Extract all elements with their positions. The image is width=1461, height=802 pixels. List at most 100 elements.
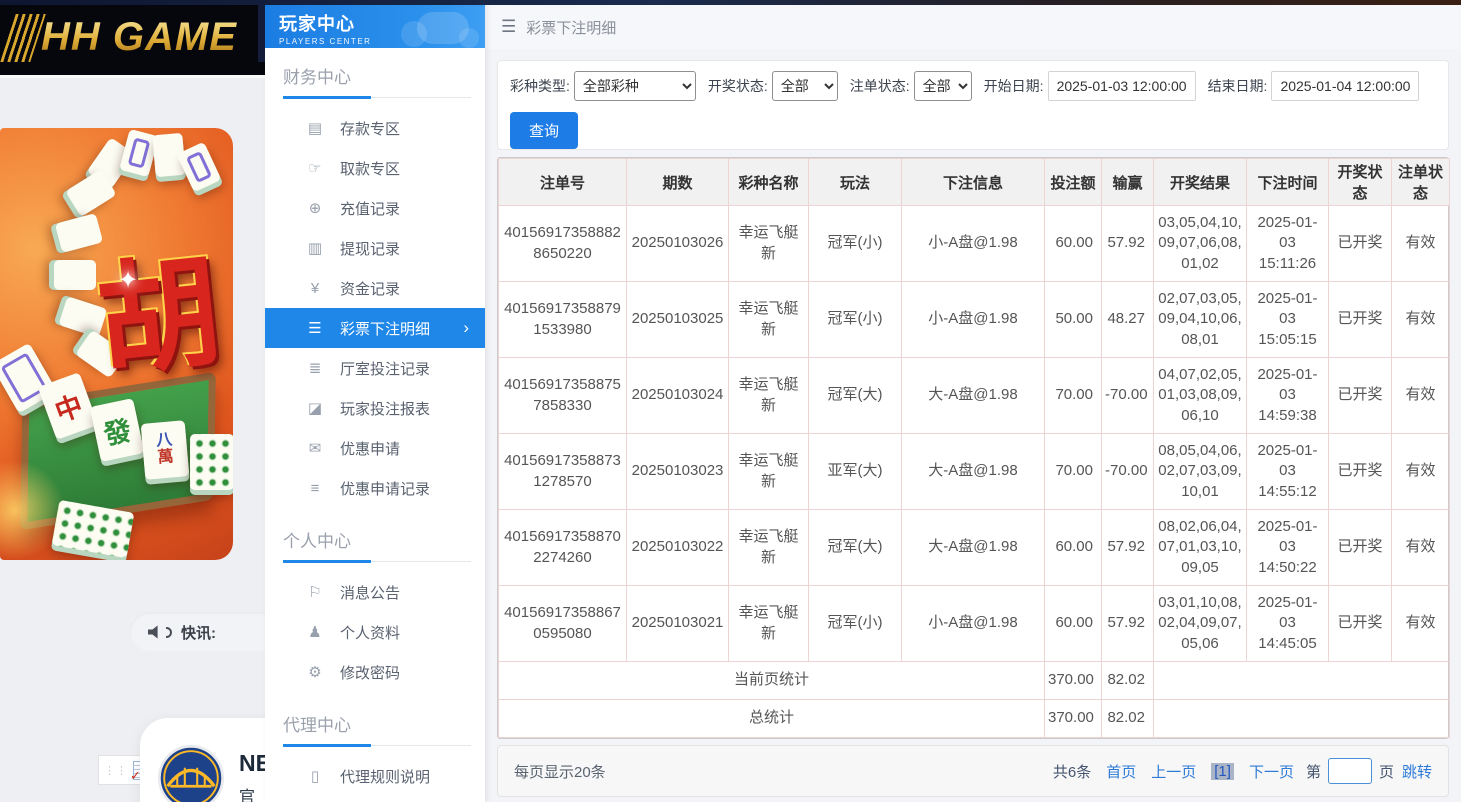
cell-period: 20250103026 bbox=[627, 206, 729, 282]
sidebar-item-label: 修改密码 bbox=[340, 662, 400, 683]
table-header-row: 注单号期数彩种名称玩法下注信息投注额输赢开奖结果下注时间开奖状态注单状态 bbox=[499, 159, 1450, 206]
agent-rules-doc-icon: ▯ bbox=[305, 767, 325, 785]
sidebar-item-label: 彩票下注明细 bbox=[340, 318, 430, 339]
cell-play-type: 冠军(小) bbox=[809, 206, 902, 282]
query-button[interactable]: 查询 bbox=[510, 112, 578, 149]
sidebar-item[interactable]: ⚙ 修改密码 bbox=[265, 652, 485, 692]
sidebar-header: 玩家中心 PLAYERS CENTER bbox=[265, 5, 485, 48]
end-date-input[interactable] bbox=[1271, 71, 1419, 101]
cell-draw-result: 02,07,03,05,09,04,10,06,08,01 bbox=[1154, 282, 1247, 358]
mahjong-tile-bawan: 八萬 bbox=[141, 420, 190, 480]
sidebar-item[interactable]: ▩代理团队统计 bbox=[265, 796, 485, 802]
lottery-detail-icon: ☰ bbox=[305, 319, 325, 337]
table-row: 40156917358867059508020250103021幸运飞艇新冠军(… bbox=[499, 586, 1450, 662]
cell-draw-status: 已开奖 bbox=[1329, 434, 1392, 510]
first-page-link[interactable]: 首页 bbox=[1106, 761, 1136, 782]
lottery-type-select[interactable]: 全部彩种 bbox=[574, 71, 696, 101]
speaker-icon bbox=[148, 625, 163, 639]
sidebar-item[interactable]: ◪玩家投注报表 bbox=[265, 388, 485, 428]
sidebar-item[interactable]: ☞取款专区 bbox=[265, 148, 485, 188]
screen: HH GAME 胡 ✦ 中 發 八萬 快讯: bbox=[0, 0, 1461, 802]
jump-suffix: 页 bbox=[1379, 761, 1394, 782]
cell-bet-status: 有效 bbox=[1392, 206, 1450, 282]
table-row: 40156917358882865022020250103026幸运飞艇新冠军(… bbox=[499, 206, 1450, 282]
next-page-link[interactable]: 下一页 bbox=[1249, 761, 1294, 782]
gear-icon: ⚙ bbox=[305, 663, 325, 681]
filter-panel: 彩种类型: 全部彩种 开奖状态: 全部 注单状态: 全部 开始日期: 结束日期:… bbox=[497, 60, 1449, 150]
cell-play-type: 冠军(小) bbox=[809, 282, 902, 358]
page-number-input[interactable] bbox=[1328, 758, 1372, 784]
tile-char: 中 bbox=[49, 383, 88, 429]
column-header: 投注额 bbox=[1045, 159, 1102, 206]
column-header: 玩法 bbox=[809, 159, 902, 206]
cell-draw-status: 已开奖 bbox=[1329, 510, 1392, 586]
section-title: 个人中心 bbox=[265, 512, 485, 562]
cell-win-loss: -70.00 bbox=[1102, 358, 1154, 434]
cell-bet-info: 小-A盘@1.98 bbox=[902, 586, 1045, 662]
bet-status-select[interactable]: 全部 bbox=[914, 71, 972, 101]
section-title: 财务中心 bbox=[265, 48, 485, 98]
prev-page-link[interactable]: 上一页 bbox=[1151, 761, 1196, 782]
sidebar-item[interactable]: ▯ 代理规则说明 bbox=[265, 756, 485, 796]
promo-apply-icon: ✉ bbox=[305, 439, 325, 457]
cell-bet-time: 2025-01-03 14:45:05 bbox=[1247, 586, 1329, 662]
cell-draw-status: 已开奖 bbox=[1329, 586, 1392, 662]
sidebar-item-label: 优惠申请记录 bbox=[340, 478, 430, 499]
cell-lottery-name: 幸运飞艇新 bbox=[729, 358, 809, 434]
sidebar-item[interactable]: ♟个人资料 bbox=[265, 612, 485, 652]
sidebar-item[interactable]: ⊕充值记录 bbox=[265, 188, 485, 228]
cell-win-loss: 57.92 bbox=[1102, 510, 1154, 586]
user-icon: ♟ bbox=[305, 623, 325, 641]
draw-status-select[interactable]: 全部 bbox=[772, 71, 838, 101]
cell-bet-amount: 60.00 bbox=[1045, 206, 1102, 282]
cell-draw-result: 08,02,06,04,07,01,03,10,09,05 bbox=[1154, 510, 1247, 586]
start-date-input[interactable] bbox=[1048, 71, 1196, 101]
jump-button[interactable]: 跳转 bbox=[1402, 761, 1432, 782]
drag-handle-icon: ⋮⋮ bbox=[104, 764, 128, 777]
column-header: 下注时间 bbox=[1247, 159, 1329, 206]
summary-row: 总统计370.0082.02 bbox=[499, 700, 1450, 738]
brand-logo: HH GAME bbox=[41, 15, 237, 60]
gamepad-icon bbox=[417, 12, 469, 44]
cell-lottery-name: 幸运飞艇新 bbox=[729, 206, 809, 282]
column-header: 下注信息 bbox=[902, 159, 1045, 206]
sidebar-item[interactable]: ✉优惠申请 bbox=[265, 428, 485, 468]
sidebar-item[interactable]: ≣厅室投注记录 bbox=[265, 348, 485, 388]
bet-table-card: 注单号期数彩种名称玩法下注信息投注额输赢开奖结果下注时间开奖状态注单状态 401… bbox=[497, 157, 1449, 739]
withdraw-hand-icon: ☞ bbox=[305, 159, 325, 177]
cell-bet-amount: 50.00 bbox=[1045, 282, 1102, 358]
menu-toggle-icon[interactable]: ☰ bbox=[501, 17, 516, 37]
sidebar-item[interactable]: ☰彩票下注明细› bbox=[265, 308, 485, 348]
current-page-indicator: [1] bbox=[1211, 763, 1234, 780]
summary-win-loss: 82.02 bbox=[1102, 700, 1154, 738]
cell-bet-amount: 60.00 bbox=[1045, 510, 1102, 586]
sidebar-item[interactable]: ¥资金记录 bbox=[265, 268, 485, 308]
table-row: 40156917358873127857020250103023幸运飞艇新亚军(… bbox=[499, 434, 1450, 510]
funds-record-icon: ¥ bbox=[305, 280, 325, 297]
cell-bet-info: 大-A盘@1.98 bbox=[902, 358, 1045, 434]
cell-bet-no: 401569173588731278570 bbox=[499, 434, 627, 510]
start-date-label: 开始日期: bbox=[984, 76, 1044, 96]
cell-bet-amount: 70.00 bbox=[1045, 358, 1102, 434]
cell-win-loss: 57.92 bbox=[1102, 586, 1154, 662]
sidebar-item-label: 代理规则说明 bbox=[340, 766, 430, 787]
sidebar-item[interactable]: ▥提现记录 bbox=[265, 228, 485, 268]
sidebar-item-label: 厅室投注记录 bbox=[340, 358, 430, 379]
lottery-type-label: 彩种类型: bbox=[510, 76, 570, 96]
jump-prefix: 第 bbox=[1306, 761, 1321, 782]
sidebar-item[interactable]: ⚐消息公告 bbox=[265, 572, 485, 612]
sidebar-item[interactable]: ≡优惠申请记录 bbox=[265, 468, 485, 508]
bet-table: 注单号期数彩种名称玩法下注信息投注额输赢开奖结果下注时间开奖状态注单状态 401… bbox=[498, 158, 1450, 738]
cell-bet-info: 小-A盘@1.98 bbox=[902, 206, 1045, 282]
pagination-bar: 每页显示20条 共6条 首页 上一页 [1] 下一页 第 页 跳转 bbox=[497, 745, 1449, 797]
mahjong-promo-banner: 胡 ✦ 中 發 八萬 bbox=[0, 128, 233, 560]
sidebar-item[interactable]: ▤存款专区 bbox=[265, 108, 485, 148]
cell-bet-no: 401569173588670595080 bbox=[499, 586, 627, 662]
cell-bet-info: 大-A盘@1.98 bbox=[902, 434, 1045, 510]
tile-char: 發 bbox=[100, 408, 135, 452]
table-row: 40156917358875785833020250103024幸运飞艇新冠军(… bbox=[499, 358, 1450, 434]
cell-win-loss: -70.00 bbox=[1102, 434, 1154, 510]
column-header: 输赢 bbox=[1102, 159, 1154, 206]
cell-bet-status: 有效 bbox=[1392, 434, 1450, 510]
cell-bet-amount: 60.00 bbox=[1045, 586, 1102, 662]
